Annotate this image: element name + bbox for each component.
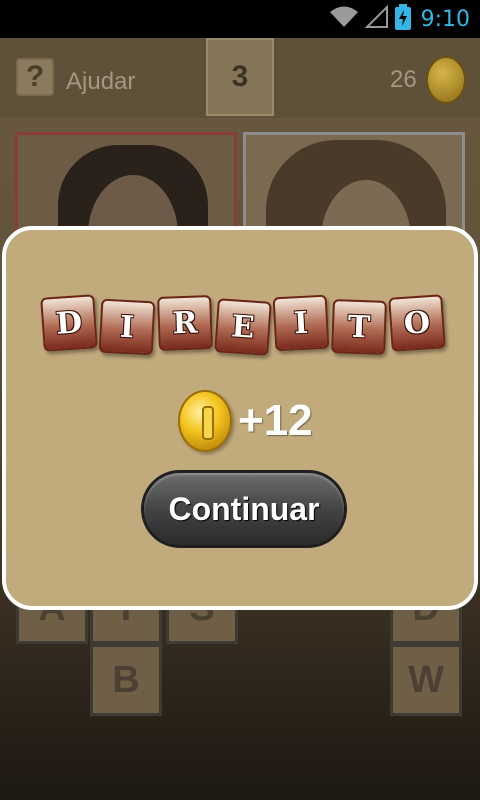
clock: 9:10 xyxy=(420,6,470,32)
help-icon-glyph: ? xyxy=(25,60,45,93)
answer-letter: D xyxy=(40,294,98,352)
help-label[interactable]: Ajudar xyxy=(66,68,135,96)
answer-letter: O xyxy=(388,294,446,352)
answer-letter: T xyxy=(331,299,387,355)
level-indicator: 3 xyxy=(206,38,274,116)
battery-charging-icon xyxy=(394,3,411,35)
signal-icon xyxy=(364,4,389,34)
letter-tile[interactable]: B xyxy=(90,644,162,716)
tile-letter: W xyxy=(408,658,444,701)
continue-button[interactable]: Continuar xyxy=(141,470,347,548)
answer-letter: I xyxy=(272,294,330,352)
coin-count: 26 xyxy=(390,66,417,93)
wifi-icon xyxy=(329,5,359,34)
level-number: 3 xyxy=(231,60,249,93)
status-bar: 9:10 xyxy=(0,0,480,38)
letter-tile[interactable]: W xyxy=(390,644,462,716)
answer-word: D I R E I T O xyxy=(40,294,452,356)
continue-label: Continuar xyxy=(168,490,320,527)
game-header: ? Ajudar 3 26 xyxy=(0,38,480,118)
reward-amount: +12 xyxy=(238,396,313,445)
coin-icon xyxy=(178,390,232,452)
tile-letter: B xyxy=(112,658,140,701)
answer-letter: E xyxy=(214,298,272,356)
coin-icon xyxy=(426,56,466,104)
help-icon[interactable]: ? xyxy=(16,58,54,96)
answer-letter: R xyxy=(157,295,213,351)
answer-letter: I xyxy=(98,298,156,356)
success-dialog: D I R E I T O +12 Continuar xyxy=(2,226,478,610)
